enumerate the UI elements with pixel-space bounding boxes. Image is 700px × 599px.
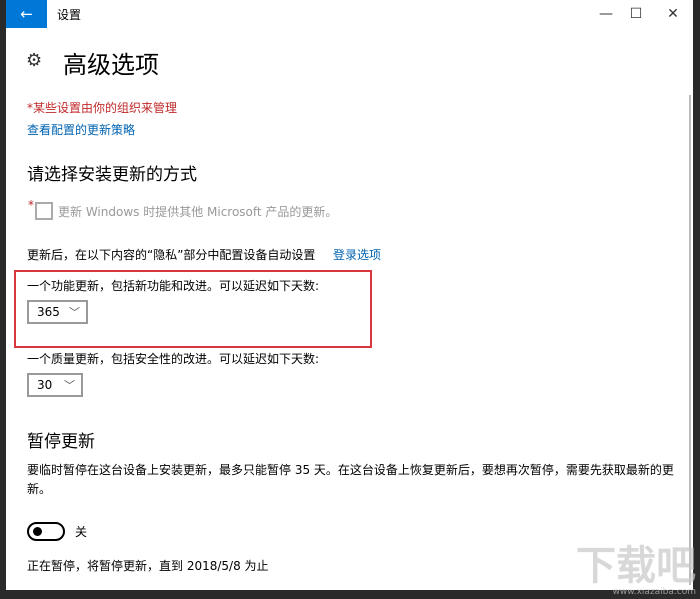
quality-defer-dropdown[interactable]: 30 ﹀	[27, 373, 83, 397]
arrow-left-icon: ←	[20, 5, 33, 23]
required-asterisk: *	[28, 198, 34, 212]
other-products-checkbox[interactable]	[35, 202, 53, 220]
managed-notice: *某些设置由你的组织来管理	[27, 101, 178, 115]
signin-options-link[interactable]: 登录选项	[333, 246, 381, 263]
settings-window: ← 设置 — ☐ ✕ ⚙ 高级选项 *某些设置由你的组织来管理 查看配置的更新策…	[6, 0, 693, 590]
watermark: 下载吧 www.xiazaiba.com	[576, 545, 696, 597]
quality-update-label: 一个质量更新，包括安全性的改进。可以延迟如下天数:	[27, 352, 320, 366]
chevron-down-icon: ﹀	[69, 306, 80, 319]
policy-link[interactable]: 查看配置的更新策略	[27, 121, 135, 138]
feature-defer-dropdown[interactable]: 365 ﹀	[27, 300, 88, 324]
scrollbar[interactable]	[689, 95, 691, 585]
title-bar: ← 设置 — ☐ ✕	[6, 0, 693, 28]
back-button[interactable]: ←	[6, 0, 47, 28]
toggle-knob	[33, 527, 42, 536]
maximize-button[interactable]: ☐	[616, 0, 656, 28]
pause-status: 正在暂停，将暂停更新，直到 2018/5/8 为止	[27, 559, 269, 573]
quality-defer-value: 30	[37, 378, 53, 392]
pause-toggle[interactable]	[27, 522, 65, 541]
pause-heading: 暂停更新	[27, 432, 95, 452]
chevron-down-icon: ﹀	[64, 379, 75, 392]
close-button[interactable]: ✕	[653, 0, 693, 28]
window-title: 设置	[57, 7, 82, 22]
page-title: 高级选项	[63, 51, 159, 79]
pause-description: 要临时暂停在这台设备上安装更新，最多只能暂停 35 天。在这台设备上恢复更新后，…	[27, 463, 674, 496]
feature-defer-value: 365	[37, 305, 60, 319]
gear-icon: ⚙	[26, 50, 43, 71]
toggle-state-label: 关	[75, 525, 88, 539]
watermark-logo: 下载吧	[576, 543, 696, 589]
feature-update-label: 一个功能更新，包括新功能和改进。可以延迟如下天数:	[27, 279, 320, 293]
privacy-text: 更新后，在以下内容的“隐私”部分中配置设备自动设置	[27, 248, 316, 262]
install-heading: 请选择安装更新的方式	[27, 165, 197, 185]
other-products-label: 更新 Windows 时提供其他 Microsoft 产品的更新。	[58, 205, 338, 219]
